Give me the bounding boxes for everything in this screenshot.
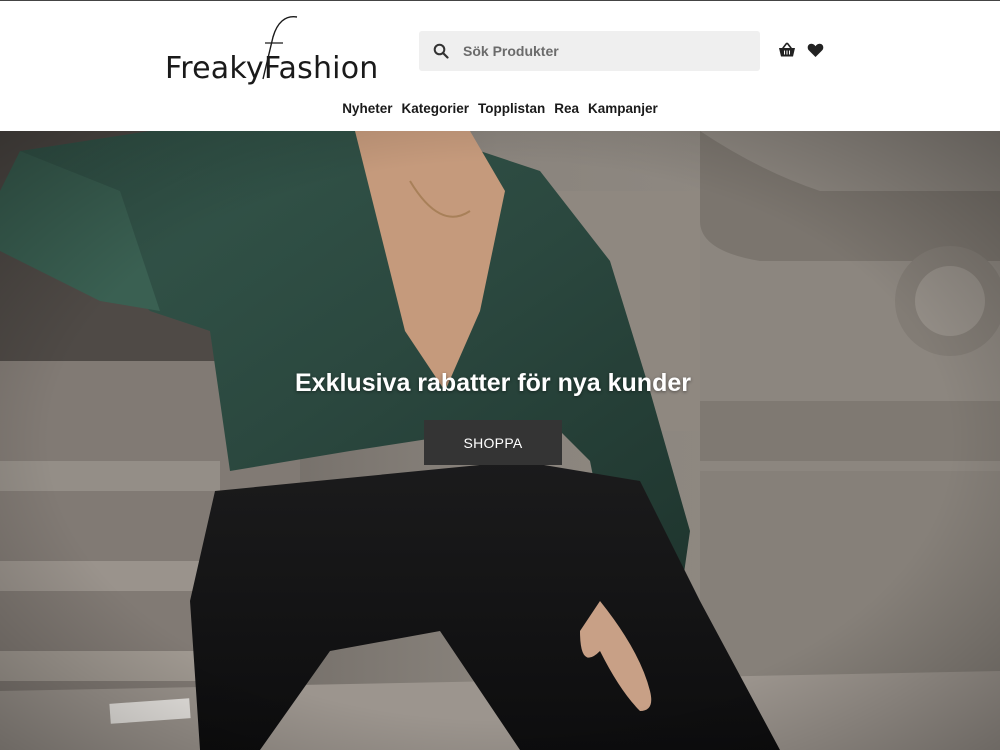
- nav-item-nyheter[interactable]: Nyheter: [342, 101, 392, 116]
- shopping-basket-icon[interactable]: [777, 40, 797, 60]
- nav-item-kampanjer[interactable]: Kampanjer: [588, 101, 658, 116]
- main-navigation: Nyheter Kategorier Topplistan Rea Kampan…: [0, 101, 1000, 116]
- brand-name: FreakyFashion: [165, 51, 379, 86]
- nav-item-topplistan[interactable]: Topplistan: [478, 101, 545, 116]
- search-input[interactable]: [463, 31, 753, 71]
- hero-title: Exklusiva rabatter för nya kunder: [295, 369, 691, 397]
- header-actions: [777, 40, 825, 60]
- hero-banner: Exklusiva rabatter för nya kunder SHOPPA: [0, 131, 1000, 750]
- heart-icon[interactable]: [805, 40, 825, 60]
- search-icon[interactable]: [419, 31, 463, 71]
- shop-now-button[interactable]: SHOPPA: [424, 420, 562, 465]
- nav-item-rea[interactable]: Rea: [554, 101, 579, 116]
- nav-item-kategorier[interactable]: Kategorier: [401, 101, 469, 116]
- site-header: FreakyFashion Nyheter: [0, 0, 1000, 131]
- brand-logo[interactable]: FreakyFashion: [165, 13, 390, 89]
- search-bar: [419, 31, 760, 71]
